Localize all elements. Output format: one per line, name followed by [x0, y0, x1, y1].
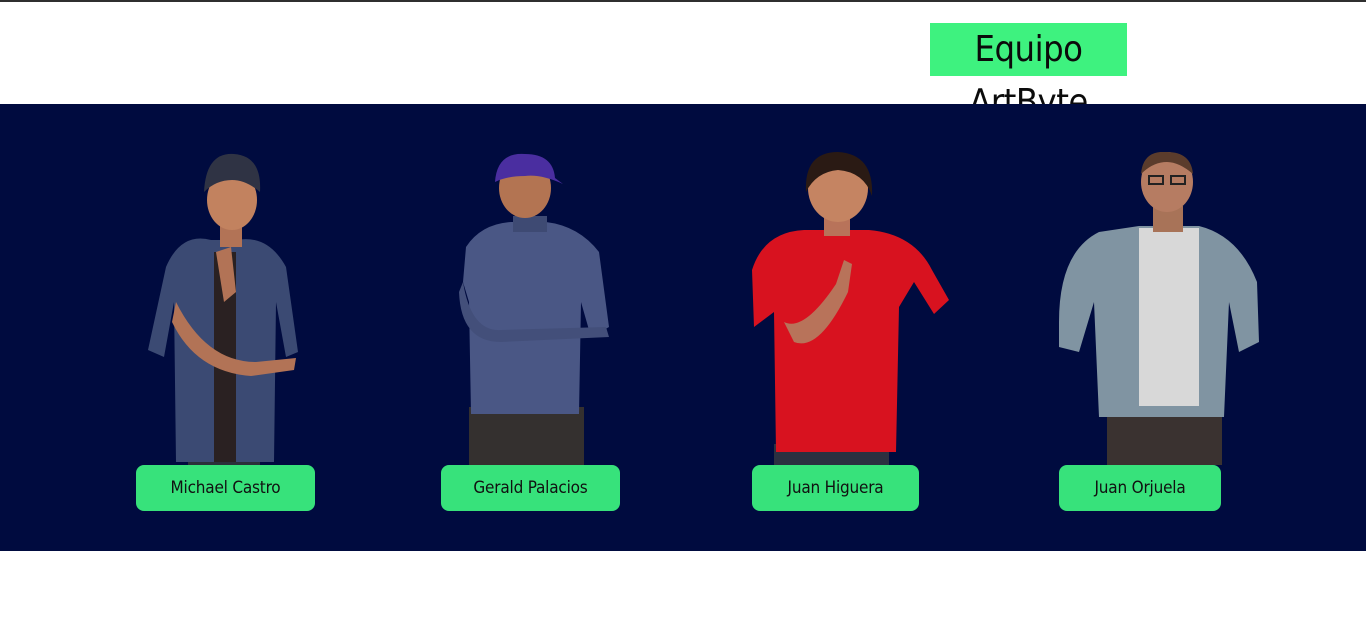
next-section — [0, 551, 1366, 617]
team-member-card: Gerald Palacios — [441, 104, 620, 551]
member-photo — [1059, 152, 1259, 465]
member-name-button[interactable]: Juan Higuera — [752, 465, 919, 511]
member-name-button[interactable]: Gerald Palacios — [441, 465, 620, 511]
member-photo — [752, 152, 949, 465]
team-member-card: Michael Castro — [136, 104, 315, 551]
member-name-button[interactable]: Juan Orjuela — [1059, 465, 1221, 511]
page-header: Equipo ArtByte — [0, 2, 1366, 123]
member-name-button[interactable]: Michael Castro — [136, 465, 315, 511]
team-member-card: Juan Higuera — [752, 104, 949, 551]
team-title: Equipo ArtByte — [930, 23, 1127, 123]
team-section: Michael Castro Gerald Palacios Juan Higu… — [0, 104, 1366, 551]
member-photo — [148, 153, 298, 465]
member-photo — [459, 153, 609, 465]
team-member-card: Juan Orjuela — [1059, 104, 1259, 551]
